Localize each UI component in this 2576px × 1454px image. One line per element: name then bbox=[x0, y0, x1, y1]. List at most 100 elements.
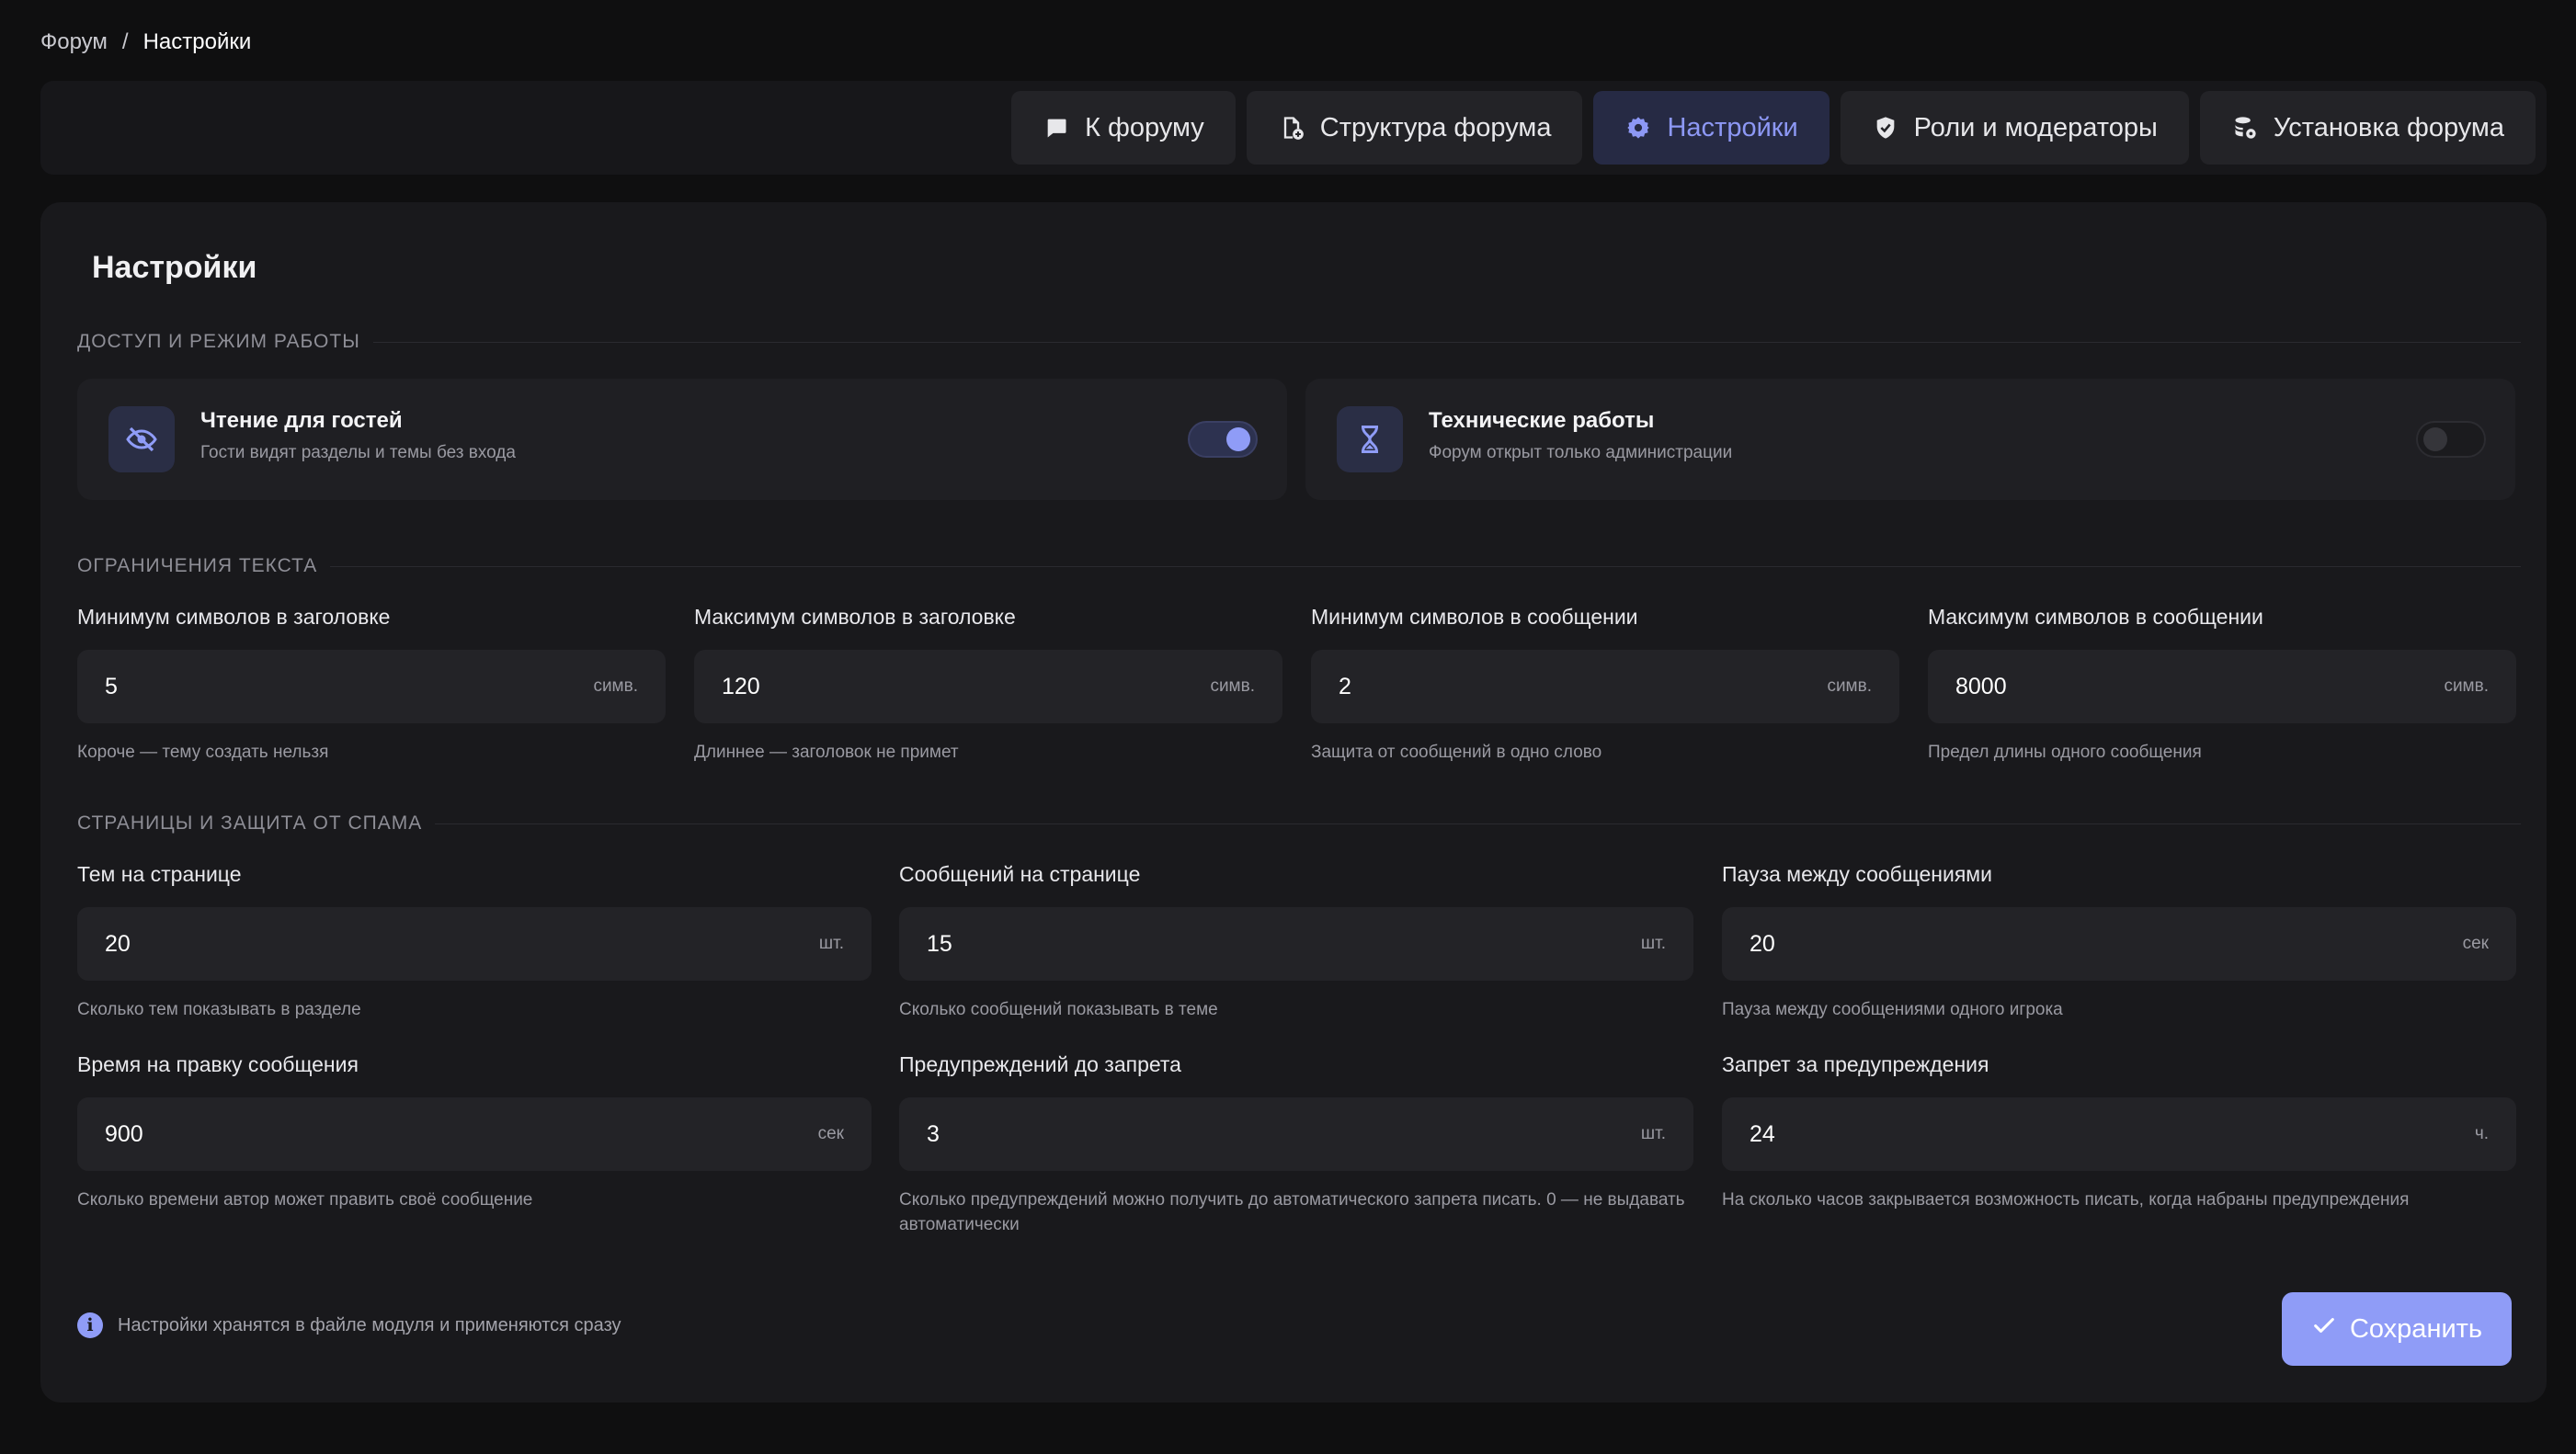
field-value[interactable]: 20 bbox=[1750, 931, 1775, 958]
shield-check-icon bbox=[1872, 114, 1899, 142]
edit-time-input[interactable]: 900 сек bbox=[77, 1097, 872, 1171]
nav-to-forum-label: К форуму bbox=[1085, 112, 1204, 142]
section-access-title: ДОСТУП И РЕЖИМ РАБОТЫ bbox=[77, 331, 360, 352]
nav-settings-label: Настройки bbox=[1667, 112, 1798, 142]
warnings-before-ban-field: Предупреждений до запрета 3 шт. Сколько … bbox=[899, 1052, 1693, 1237]
field-label: Максимум символов в сообщении bbox=[1928, 605, 2263, 629]
database-settings-icon bbox=[2231, 114, 2259, 142]
field-value[interactable]: 24 bbox=[1750, 1121, 1775, 1148]
field-unit: шт. bbox=[1640, 1124, 1666, 1143]
switch-knob bbox=[1226, 427, 1250, 451]
field-label: Пауза между сообщениями bbox=[1722, 862, 1992, 886]
field-label: Тем на странице bbox=[77, 862, 242, 886]
field-value[interactable]: 5 bbox=[105, 674, 118, 700]
nav-roles-label: Роли и модераторы bbox=[1913, 112, 2158, 142]
warnings-before-ban-input[interactable]: 3 шт. bbox=[899, 1097, 1693, 1171]
nav-install-button[interactable]: Установка форума bbox=[2199, 91, 2536, 165]
field-value[interactable]: 900 bbox=[105, 1121, 143, 1148]
hourglass-icon bbox=[1337, 406, 1403, 472]
eye-off-icon bbox=[108, 406, 175, 472]
field-help: Короче — тему создать нельзя bbox=[77, 743, 329, 762]
field-value[interactable]: 20 bbox=[105, 931, 131, 958]
breadcrumb: Форум / Настройки bbox=[40, 29, 251, 55]
settings-card: Настройки ДОСТУП И РЕЖИМ РАБОТЫ Чтение д… bbox=[40, 202, 2547, 1403]
topics-per-page-input[interactable]: 20 шт. bbox=[77, 907, 872, 981]
field-help: Длиннее — заголовок не примет bbox=[694, 743, 959, 762]
breadcrumb-separator: / bbox=[121, 29, 129, 54]
nav-structure-button[interactable]: Структура форума bbox=[1246, 91, 1583, 165]
maintenance-subtitle: Форум открыт только администрации bbox=[1429, 443, 1733, 462]
info-icon: i bbox=[77, 1312, 103, 1338]
field-help: Сколько сообщений показывать в теме bbox=[899, 1000, 1218, 1019]
save-button[interactable]: Сохранить bbox=[2282, 1292, 2512, 1366]
field-unit: шт. bbox=[818, 934, 844, 953]
breadcrumb-current: Настройки bbox=[142, 29, 252, 54]
field-label: Минимум символов в заголовке bbox=[77, 605, 391, 629]
file-add-icon bbox=[1278, 114, 1305, 142]
min-message-chars-input[interactable]: 2 симв. bbox=[1311, 650, 1899, 723]
field-label: Предупреждений до запрета bbox=[899, 1052, 1181, 1076]
field-value[interactable]: 120 bbox=[722, 674, 760, 700]
warning-ban-duration-field: Запрет за предупреждения 24 ч. На скольк… bbox=[1722, 1052, 2516, 1212]
guest-read-switch[interactable] bbox=[1188, 421, 1258, 458]
messages-per-page-input[interactable]: 15 шт. bbox=[899, 907, 1693, 981]
max-title-chars-input[interactable]: 120 симв. bbox=[694, 650, 1282, 723]
save-button-label: Сохранить bbox=[2349, 1313, 2483, 1344]
field-help: Сколько предупреждений можно получить до… bbox=[899, 1190, 1685, 1234]
maintenance-switch[interactable] bbox=[2416, 421, 2486, 458]
gear-icon bbox=[1624, 114, 1652, 142]
section-divider bbox=[372, 341, 2521, 343]
max-message-chars-input[interactable]: 8000 симв. bbox=[1928, 650, 2516, 723]
section-divider bbox=[330, 565, 2521, 567]
nav-roles-button[interactable]: Роли и модераторы bbox=[1840, 91, 2189, 165]
field-value[interactable]: 2 bbox=[1339, 674, 1351, 700]
min-title-chars-field: Минимум символов в заголовке 5 симв. Кор… bbox=[77, 605, 666, 765]
field-label: Максимум символов в заголовке bbox=[694, 605, 1016, 629]
edit-time-field: Время на правку сообщения 900 сек Скольк… bbox=[77, 1052, 872, 1212]
footer-note: i Настройки хранятся в файле модуля и пр… bbox=[77, 1312, 621, 1338]
message-pause-input[interactable]: 20 сек bbox=[1722, 907, 2516, 981]
message-pause-field: Пауза между сообщениями 20 сек Пауза меж… bbox=[1722, 862, 2516, 1022]
messages-per-page-field: Сообщений на странице 15 шт. Сколько соо… bbox=[899, 862, 1693, 1022]
top-navigation: К форуму Структура форума Настройки Роли… bbox=[40, 81, 2547, 175]
nav-install-label: Установка форума bbox=[2273, 112, 2504, 142]
maintenance-title: Технические работы bbox=[1429, 408, 1655, 433]
field-help: Предел длины одного сообщения bbox=[1928, 743, 2202, 762]
section-access-label: ДОСТУП И РЕЖИМ РАБОТЫ bbox=[77, 331, 2521, 353]
field-help: На сколько часов закрывается возможность… bbox=[1722, 1190, 2410, 1210]
field-unit: симв. bbox=[1210, 676, 1255, 696]
min-message-chars-field: Минимум символов в сообщении 2 симв. Защ… bbox=[1311, 605, 1899, 765]
field-label: Сообщений на странице bbox=[899, 862, 1141, 886]
breadcrumb-forum-link[interactable]: Форум bbox=[40, 29, 108, 55]
section-text-limits-title: ОГРАНИЧЕНИЯ ТЕКСТА bbox=[77, 555, 318, 576]
field-value[interactable]: 8000 bbox=[1955, 674, 2007, 700]
switch-knob bbox=[2423, 427, 2447, 451]
footer-note-text: Настройки хранятся в файле модуля и прим… bbox=[118, 1314, 621, 1335]
field-label: Время на правку сообщения bbox=[77, 1052, 359, 1076]
field-value[interactable]: 3 bbox=[927, 1121, 940, 1148]
warning-ban-duration-input[interactable]: 24 ч. bbox=[1722, 1097, 2516, 1171]
nav-settings-button[interactable]: Настройки bbox=[1593, 91, 1829, 165]
min-title-chars-input[interactable]: 5 симв. bbox=[77, 650, 666, 723]
section-pages-spam-label: СТРАНИЦЫ И ЗАЩИТА ОТ СПАМА bbox=[77, 812, 2521, 835]
field-label: Запрет за предупреждения bbox=[1722, 1052, 1989, 1076]
topics-per-page-field: Тем на странице 20 шт. Сколько тем показ… bbox=[77, 862, 872, 1022]
field-label: Минимум символов в сообщении bbox=[1311, 605, 1638, 629]
forum-settings-page: Форум / Настройки К форуму Структура фор… bbox=[0, 0, 2576, 1454]
field-help: Сколько времени автор может править своё… bbox=[77, 1190, 533, 1210]
field-unit: ч. bbox=[2474, 1124, 2489, 1143]
guest-read-subtitle: Гости видят разделы и темы без входа bbox=[200, 443, 516, 462]
checkmark-icon bbox=[2311, 1312, 2337, 1346]
field-unit: симв. bbox=[1827, 676, 1872, 696]
field-help: Защита от сообщений в одно слово bbox=[1311, 743, 1602, 762]
field-help: Пауза между сообщениями одного игрока bbox=[1722, 1000, 2063, 1019]
chat-bubble-icon bbox=[1043, 114, 1070, 142]
field-value[interactable]: 15 bbox=[927, 931, 952, 958]
field-unit: сек bbox=[2462, 934, 2489, 953]
section-pages-spam-title: СТРАНИЦЫ И ЗАЩИТА ОТ СПАМА bbox=[77, 812, 423, 834]
nav-to-forum-button[interactable]: К форуму bbox=[1011, 91, 1236, 165]
section-text-limits-label: ОГРАНИЧЕНИЯ ТЕКСТА bbox=[77, 555, 2521, 577]
guest-read-title: Чтение для гостей bbox=[200, 408, 403, 433]
card-title: Настройки bbox=[92, 250, 257, 285]
field-unit: сек bbox=[817, 1124, 844, 1143]
